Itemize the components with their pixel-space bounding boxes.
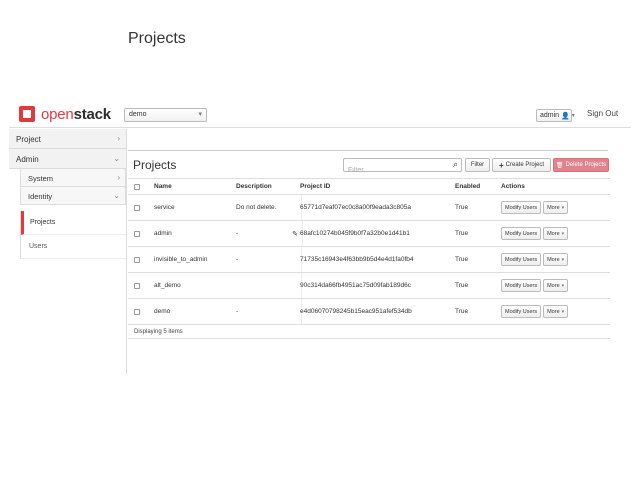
table-row: invisible_to_admin - 71735c16943e4f63bb9…	[128, 247, 610, 273]
more-actions-button[interactable]: More ▾	[543, 305, 569, 318]
delete-projects-button[interactable]: 🗑 Delete Projects	[553, 158, 609, 172]
chevron-down-icon: ▾	[561, 204, 565, 211]
table-footer-count: Displaying 5 items	[128, 325, 610, 339]
row-checkbox[interactable]	[134, 221, 140, 246]
column-header-name[interactable]: Name	[154, 179, 172, 194]
row-actions: Modify Users More ▾	[501, 273, 569, 298]
projects-table: Name Description Project ID Enabled Acti…	[128, 178, 610, 339]
more-actions-button[interactable]: More ▾	[543, 201, 569, 214]
row-actions: Modify Users More ▾	[501, 221, 569, 246]
more-label: More	[547, 230, 560, 237]
project-name[interactable]: service	[154, 195, 175, 220]
table-row: demo - e4d06070798245b15eac951afef534db …	[128, 299, 610, 325]
row-checkbox[interactable]	[134, 247, 140, 272]
plus-icon: +	[498, 160, 504, 170]
row-checkbox[interactable]	[134, 299, 140, 324]
row-actions: Modify Users More ▾	[501, 195, 569, 220]
column-header-description[interactable]: Description	[236, 179, 302, 194]
more-label: More	[547, 282, 560, 289]
row-actions: Modify Users More ▾	[501, 299, 569, 324]
project-name[interactable]: demo	[154, 299, 170, 324]
modify-users-button[interactable]: Modify Users	[501, 253, 542, 266]
project-name[interactable]: admin	[154, 221, 172, 246]
delete-projects-label: Delete Projects	[565, 162, 607, 168]
more-actions-button[interactable]: More ▾	[543, 279, 569, 292]
project-description[interactable]: - ✎	[236, 221, 303, 246]
project-id: 90c314da66fb4951ac75d09fab189d6c	[300, 282, 411, 289]
project-name[interactable]: invisible_to_admin	[154, 247, 207, 272]
checkbox-icon	[134, 204, 140, 211]
checkbox-icon	[134, 183, 140, 190]
project-id: e4d06070798245b15eac951afef534db	[300, 308, 412, 315]
more-label: More	[547, 204, 560, 211]
project-id: 71735c16943e4f63bb9b5d4e4d1fa0fb4	[300, 256, 414, 263]
create-project-label: Create Project	[505, 162, 545, 168]
column-header-actions: Actions	[501, 183, 525, 190]
trash-icon: 🗑	[555, 162, 564, 169]
more-label: More	[547, 256, 560, 263]
filter-input[interactable]	[344, 164, 440, 177]
chevron-down-icon: ▾	[561, 308, 565, 315]
project-enabled: True	[455, 308, 469, 315]
description-text: -	[236, 256, 239, 263]
chevron-down-icon: ▾	[561, 230, 565, 237]
project-enabled: True	[455, 230, 469, 237]
modify-users-button[interactable]: Modify Users	[501, 279, 542, 292]
row-checkbox[interactable]	[134, 273, 140, 298]
select-all-checkbox[interactable]	[134, 179, 140, 194]
column-header-enabled[interactable]: Enabled	[455, 179, 480, 194]
checkbox-icon	[134, 282, 140, 289]
modify-users-button[interactable]: Modify Users	[501, 227, 542, 240]
checkbox-icon	[134, 230, 140, 237]
project-description[interactable]: -	[236, 299, 302, 324]
checkbox-icon	[134, 308, 140, 315]
description-text: -	[236, 308, 239, 315]
filter-button[interactable]: Filter	[465, 158, 490, 172]
row-checkbox[interactable]	[134, 195, 140, 220]
pencil-icon[interactable]: ✎	[292, 230, 298, 238]
filter-field[interactable]: ⌕	[343, 158, 462, 177]
modify-users-button[interactable]: Modify Users	[501, 201, 542, 214]
more-actions-button[interactable]: More ▾	[543, 227, 569, 240]
project-description[interactable]	[236, 273, 302, 298]
table-row: alt_demo 90c314da66fb4951ac75d09fab189d6…	[128, 273, 610, 299]
description-text: Do not delete.	[236, 204, 277, 211]
chevron-down-icon: ▾	[561, 256, 565, 263]
page-title: Projects	[128, 30, 186, 47]
project-description[interactable]: -	[236, 247, 302, 272]
project-id: 68afc10274b045f9b0f7a32b0e1d41b1	[300, 230, 410, 237]
modify-users-button[interactable]: Modify Users	[501, 305, 542, 318]
description-text: -	[236, 230, 239, 237]
table-title: Projects	[133, 158, 177, 172]
column-header-project-id[interactable]: Project ID	[300, 179, 330, 194]
table-row: service Do not delete. 65771d7eaf07ec0c8…	[128, 195, 610, 221]
row-actions: Modify Users More ▾	[501, 247, 569, 272]
project-enabled: True	[455, 256, 469, 263]
table-header: Name Description Project ID Enabled Acti…	[128, 179, 610, 195]
more-actions-button[interactable]: More ▾	[543, 253, 569, 266]
more-label: More	[547, 308, 560, 315]
project-id: 65771d7eaf07ec0c8a00f9eada3c805a	[300, 204, 411, 211]
project-name[interactable]: alt_demo	[154, 273, 181, 298]
project-enabled: True	[455, 204, 469, 211]
search-icon: ⌕	[452, 159, 458, 169]
project-enabled: True	[455, 282, 469, 289]
project-description[interactable]: Do not delete.	[236, 195, 302, 220]
chevron-down-icon: ▾	[561, 282, 565, 289]
table-row: admin - ✎ 68afc10274b045f9b0f7a32b0e1d41b…	[128, 221, 610, 247]
create-project-button[interactable]: + Create Project	[492, 158, 551, 172]
checkbox-icon	[134, 256, 140, 263]
